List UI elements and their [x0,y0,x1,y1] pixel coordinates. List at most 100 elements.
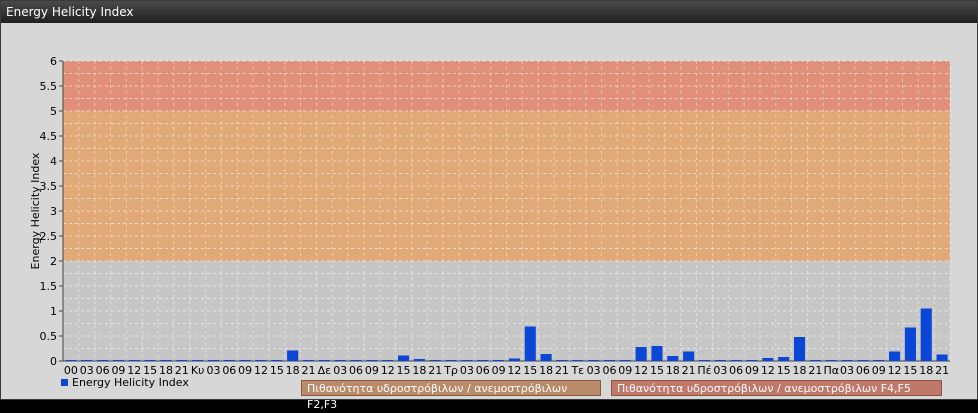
y-tick-label: 3.5 [40,180,58,193]
x-tick-label: 09 [365,364,379,377]
legend-swatch [61,379,68,386]
x-tick-label: 18 [539,364,553,377]
bar [873,360,885,361]
x-tick-label: 21 [302,364,316,377]
x-tick-label: 12 [381,364,395,377]
x-tick-label: 18 [412,364,426,377]
x-tick-label: 03 [840,364,854,377]
chart-area: 0 0.5 1 1.5 2 2.5 3 3.5 4 4.5 5 5.5 6 Energy Helicity… [1,23,977,399]
bar [271,360,283,361]
x-tick-label: 15 [397,364,411,377]
bar [635,347,647,361]
bar [382,360,394,361]
bar [160,360,172,361]
x-tick-label: Κυ [191,364,205,377]
x-tick-label: 18 [919,364,933,377]
x-tick-label: 09 [238,364,252,377]
x-tick-label: 15 [523,364,537,377]
legend: Energy Helicity Index [61,376,189,389]
bar [318,360,330,361]
x-tick-label: 21 [428,364,442,377]
x-tick-label: 21 [935,364,949,377]
y-tick-label: 0 [50,355,57,368]
bar [651,346,663,361]
bar [825,360,837,361]
bar [667,356,679,361]
bar [461,360,473,361]
bar [841,360,853,361]
x-tick-label: 15 [270,364,284,377]
bar [809,360,821,361]
bar [398,355,410,361]
bar [540,354,552,361]
x-tick-label: 09 [618,364,632,377]
x-tick-label: 15 [903,364,917,377]
x-tick-label: 03 [333,364,347,377]
y-tick-label: 5 [50,105,57,118]
x-tick-label: 12 [634,364,648,377]
x-tick-label: 09 [872,364,886,377]
bar [683,351,695,361]
bar [255,360,267,361]
bar [366,360,378,361]
bar [572,360,584,361]
x-tick-label: 03 [587,364,601,377]
x-tick-label: 15 [650,364,664,377]
x-tick-label: Πα [823,364,839,377]
bar [239,360,251,361]
x-tick-label: Τε [570,364,584,377]
band-note-f4-f5: Πιθανότητα υδροστρόβιλων / ανεμοστρόβιλω… [611,380,942,396]
bar [936,354,948,361]
y-tick-label: 5.5 [40,80,58,93]
x-tick-label: 03 [206,364,220,377]
x-tick-label: 18 [793,364,807,377]
y-tick-label: 2 [50,255,57,268]
bar [920,308,932,361]
y-tick-label: 4.5 [40,130,58,143]
y-tick-label: 1.5 [40,280,58,293]
bar [588,360,600,361]
bar [477,360,489,361]
bar [97,360,109,361]
bar [223,360,235,361]
bar [857,360,869,361]
bar [730,360,742,361]
y-tick-label: 6 [50,55,57,68]
x-tick-label: 03 [460,364,474,377]
bar [176,360,188,361]
y-tick-label: 0.5 [40,330,58,343]
bar [445,360,457,361]
y-tick-label: 4 [50,155,57,168]
bar [65,360,77,361]
chart-window: Energy Helicity Index 0 0.5 1 1.5 2 2.5 3 3.5 4 4… [0,0,978,411]
bar [619,360,631,361]
x-tick-label: 21 [555,364,569,377]
bar [904,327,916,361]
legend-label: Energy Helicity Index [72,376,189,389]
bar [508,358,520,361]
x-tick-label: 06 [729,364,743,377]
x-tick-label: 09 [745,364,759,377]
bar [350,360,362,361]
window-title: Energy Helicity Index [1,1,977,23]
x-tick-label: Δε [318,364,332,377]
bar [144,360,156,361]
bar [889,351,901,361]
x-tick-label: 06 [476,364,490,377]
bar [493,360,505,361]
bar [778,357,790,361]
bar [556,360,568,361]
y-tick-label: 1 [50,305,57,318]
x-tick-label: Πέ [697,364,711,377]
bar [287,350,299,361]
bar [112,360,124,361]
y-tick-label: 2.5 [40,230,58,243]
bar [429,360,441,361]
x-tick-label: 06 [856,364,870,377]
x-tick-label: 15 [777,364,791,377]
x-tick-label: 12 [888,364,902,377]
x-tick-label: 21 [682,364,696,377]
x-tick-label: 06 [602,364,616,377]
x-tick-label: 06 [349,364,363,377]
x-tick-label: 09 [492,364,506,377]
